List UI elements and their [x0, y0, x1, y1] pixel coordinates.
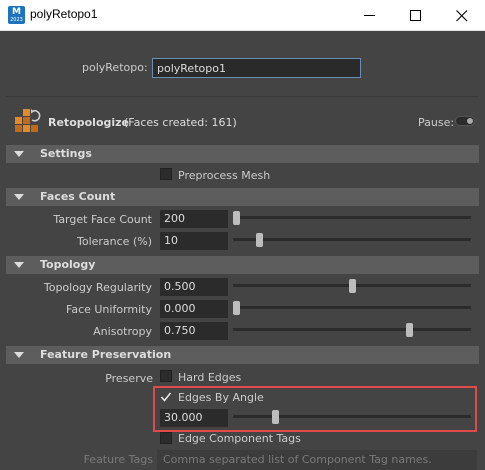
section-topology-label: Topology [40, 258, 96, 271]
section-faces-count-label: Faces Count [40, 190, 116, 203]
edges-by-angle-slider-track[interactable] [233, 415, 471, 418]
target-face-count-field[interactable]: 200 [160, 210, 228, 228]
collapse-triangle-icon [14, 194, 24, 200]
app-icon-sub: 2023 [10, 17, 23, 23]
hard-edges-checkbox[interactable] [160, 370, 172, 382]
preprocess-mesh-checkbox[interactable] [160, 168, 172, 180]
node-name-input[interactable] [152, 58, 361, 78]
edges-by-angle-slider-handle[interactable] [272, 410, 280, 424]
preserve-label: Preserve [105, 372, 153, 385]
topology-regularity-field[interactable]: 0.500 [160, 278, 228, 296]
app-icon-letter: M [12, 7, 21, 17]
edge-component-tags-label: Edge Component Tags [178, 432, 301, 445]
face-uniformity-label: Face Uniformity [66, 303, 152, 316]
edges-by-angle-label: Edges By Angle [178, 391, 264, 404]
section-faces-count[interactable]: Faces Count [6, 188, 479, 206]
app-icon: M 2023 [8, 6, 25, 24]
face-uniformity-field[interactable]: 0.000 [160, 300, 228, 318]
collapse-triangle-icon [14, 352, 24, 358]
feature-tags-input[interactable]: Comma separated list of Component Tag na… [157, 450, 477, 470]
feature-tags-label: Feature Tags [83, 453, 153, 466]
checkmark-icon [160, 392, 172, 402]
divider [6, 96, 479, 97]
toggle-knob [467, 118, 473, 124]
pause-toggle[interactable] [455, 116, 475, 126]
maximize-icon [410, 9, 421, 21]
anisotropy-field[interactable]: 0.750 [160, 322, 228, 340]
topology-regularity-slider-handle[interactable] [348, 279, 356, 293]
maximize-button[interactable] [393, 0, 439, 31]
window-titlebar: M 2023 polyRetopo1 [0, 0, 485, 31]
edge-component-tags-checkbox[interactable] [160, 432, 172, 444]
face-uniformity-slider-track[interactable] [233, 306, 471, 309]
target-face-count-slider-handle[interactable] [233, 211, 240, 225]
node-status: (Faces created: 161) [124, 116, 237, 129]
window-title: polyRetopo1 [30, 7, 98, 21]
anisotropy-label: Anisotropy [93, 325, 152, 338]
topology-regularity-label: Topology Regularity [43, 281, 152, 294]
section-feature-preservation-label: Feature Preservation [40, 348, 172, 361]
tolerance-field[interactable]: 10 [160, 232, 228, 250]
edges-by-angle-field[interactable]: 30.000 [160, 409, 228, 427]
section-settings[interactable]: Settings [6, 145, 479, 163]
target-face-count-slider-track[interactable] [233, 216, 471, 219]
collapse-triangle-icon [14, 151, 24, 157]
retopo-node-icon [14, 108, 42, 134]
close-icon [456, 9, 468, 21]
anisotropy-slider-handle[interactable] [406, 323, 414, 337]
target-face-count-label: Target Face Count [53, 213, 152, 226]
close-button[interactable] [439, 0, 485, 31]
minimize-icon [364, 14, 375, 16]
tolerance-slider-handle[interactable] [256, 233, 264, 247]
section-feature-preservation[interactable]: Feature Preservation [6, 346, 479, 364]
preprocess-mesh-label: Preprocess Mesh [178, 169, 271, 182]
pause-label: Pause: [418, 116, 455, 129]
node-title: Retopologize [48, 116, 130, 129]
anisotropy-slider-track[interactable] [233, 328, 471, 331]
collapse-triangle-icon [14, 262, 24, 268]
face-uniformity-slider-handle[interactable] [233, 301, 240, 315]
section-settings-label: Settings [40, 147, 92, 160]
hard-edges-label: Hard Edges [178, 371, 242, 384]
section-topology[interactable]: Topology [6, 256, 479, 274]
node-name-label: polyRetopo: [82, 61, 148, 74]
tolerance-slider-track[interactable] [233, 238, 471, 241]
edges-by-angle-checkbox[interactable] [160, 391, 172, 403]
tolerance-label: Tolerance (%) [77, 235, 152, 248]
minimize-button[interactable] [347, 0, 393, 31]
